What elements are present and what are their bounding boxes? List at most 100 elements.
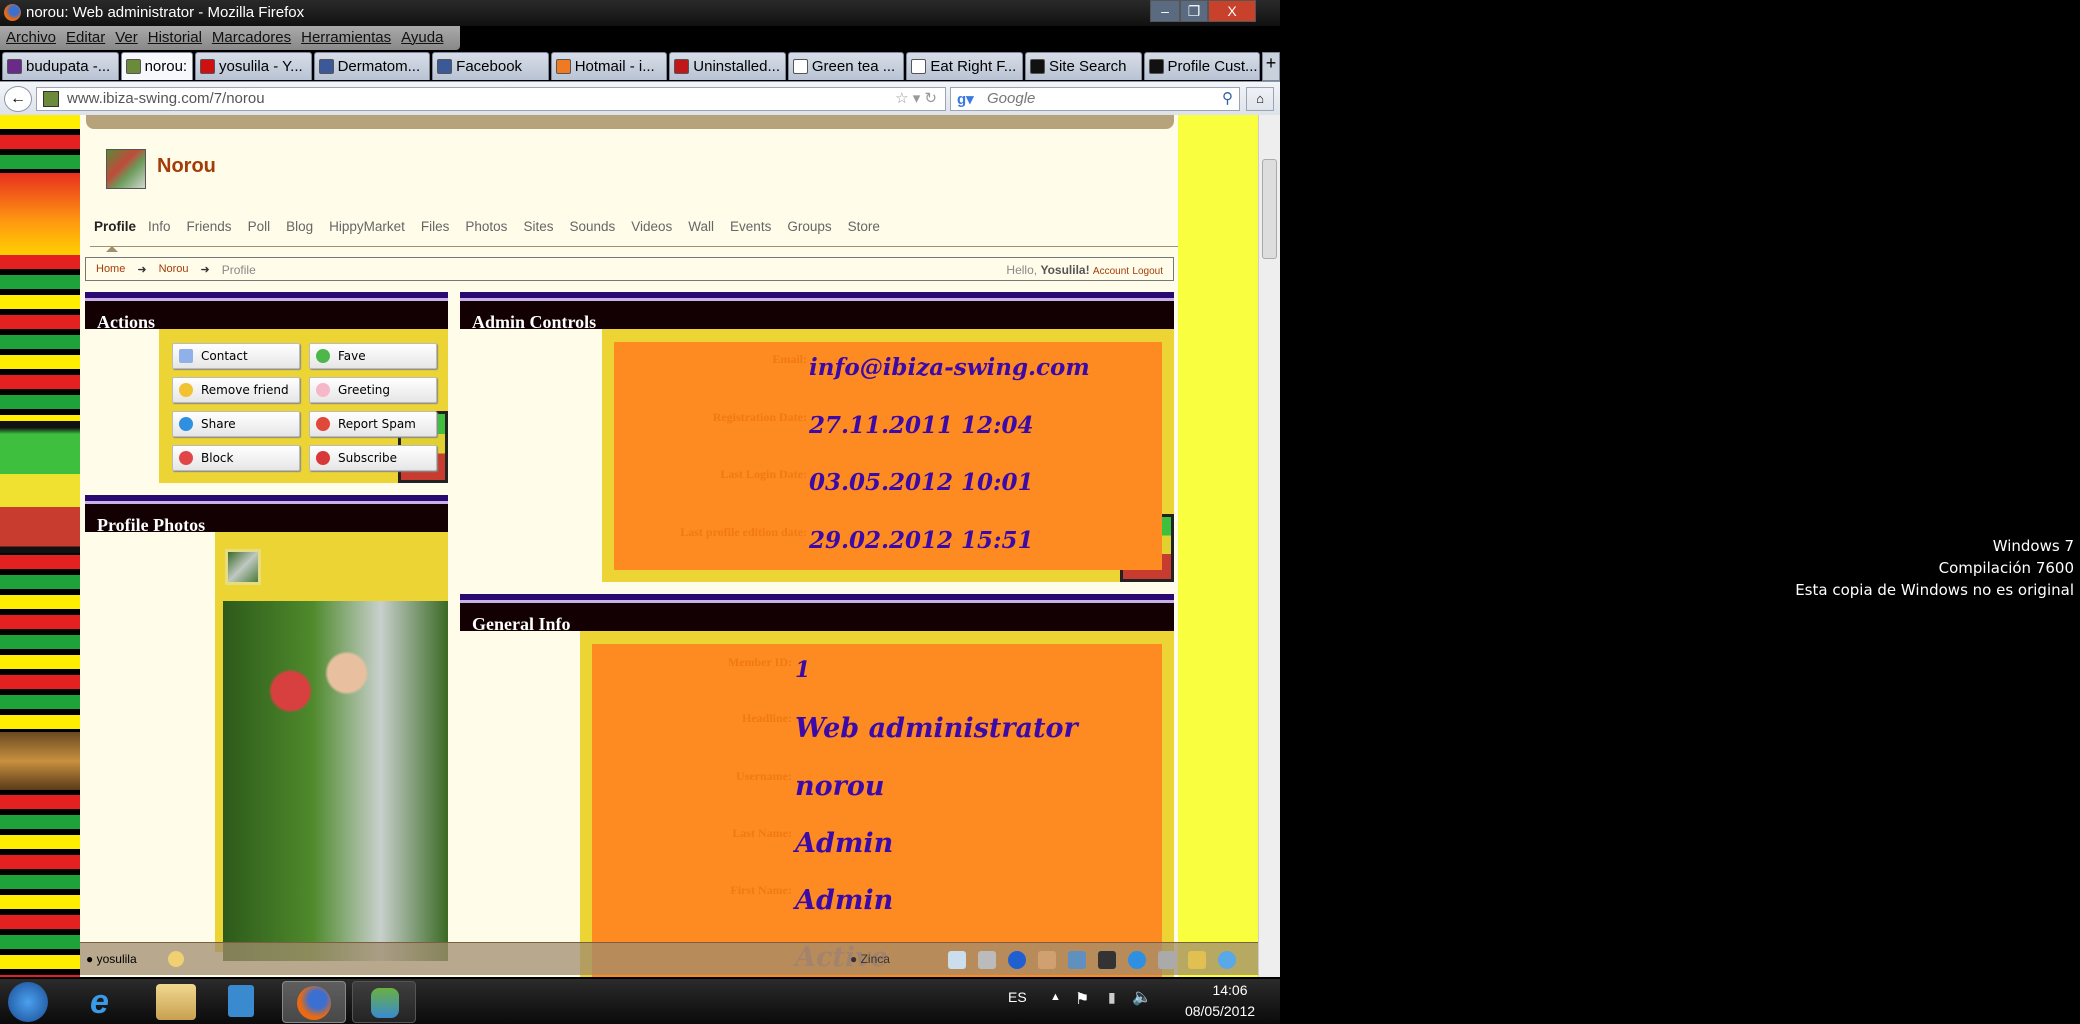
nav-tab-profile[interactable]: Profile (94, 219, 136, 234)
new-tab-button[interactable]: + (1262, 52, 1281, 81)
action-block-button[interactable]: Block (172, 445, 300, 471)
nav-tab-hippymarket[interactable]: HippyMarket (329, 219, 405, 234)
start-button[interactable] (8, 982, 48, 1022)
field-value: Admin (795, 828, 894, 859)
clock-time[interactable]: 14:06 (1195, 982, 1265, 998)
actions-body: Contact Fave Remove friend Greeting Share Rep… (159, 329, 448, 483)
nav-tab-blog[interactable]: Blog (286, 219, 313, 234)
action-share-button[interactable]: Share (172, 411, 300, 437)
action-report-spam-button[interactable]: Report Spam (309, 411, 437, 437)
user-icon[interactable] (1068, 951, 1086, 969)
explorer-folder-icon[interactable] (156, 984, 196, 1020)
breadcrumb-arrow-icon: ➜ (200, 264, 210, 276)
browser-tab[interactable]: Facebook (432, 52, 549, 80)
nav-tab-videos[interactable]: Videos (631, 219, 672, 234)
friends-icon[interactable] (1038, 951, 1056, 969)
home-icon[interactable]: ⌂ (1246, 87, 1274, 111)
greeting-icon (316, 383, 330, 397)
chat-icon[interactable] (168, 951, 184, 967)
action-label: Contact (201, 349, 248, 363)
minimize-button[interactable]: – (1150, 0, 1180, 22)
scrollbar-thumb[interactable] (1262, 159, 1277, 259)
action-fave-button[interactable]: Fave (309, 343, 437, 369)
browser-tab[interactable]: Site Search (1024, 52, 1142, 80)
firefox-taskbar-button[interactable] (282, 981, 346, 1023)
nav-tab-photos[interactable]: Photos (465, 219, 507, 234)
action-contact-button[interactable]: Contact (172, 343, 300, 369)
windows-taskbar: e ES ▲ ⚑ ▮ 🔈 14:06 08/05/2012 (0, 979, 1280, 1024)
breadcrumb-home[interactable]: Home (96, 263, 125, 275)
general-title: General Info (460, 594, 1174, 634)
browser-tab[interactable]: Dermatom... (313, 52, 431, 80)
language-indicator[interactable]: ES (1008, 989, 1027, 1005)
nav-tab-friends[interactable]: Friends (187, 219, 232, 234)
url-bar[interactable]: www.ibiza-swing.com/7/norou ☆ ▾ ↻ (36, 87, 946, 111)
menu-ayuda[interactable]: Ayuda (401, 29, 443, 47)
vertical-scrollbar[interactable] (1258, 115, 1280, 977)
search-magnifier-icon[interactable]: ⚲ (1222, 89, 1233, 107)
crown-icon[interactable] (1188, 951, 1206, 969)
nav-tab-files[interactable]: Files (421, 219, 450, 234)
share-icon (179, 417, 193, 431)
browser-tab[interactable]: Eat Right F... (906, 52, 1023, 80)
close-window-button[interactable]: X (1208, 0, 1256, 22)
browser-tab[interactable]: budupata -... (2, 52, 119, 80)
messages-icon[interactable] (948, 951, 966, 969)
nav-tab-poll[interactable]: Poll (248, 219, 271, 234)
globe-icon[interactable] (1128, 951, 1146, 969)
cart-icon[interactable] (978, 951, 996, 969)
info-icon[interactable] (1008, 951, 1026, 969)
nav-tab-events[interactable]: Events (730, 219, 771, 234)
menu-archivo[interactable]: Archivo (6, 29, 56, 47)
tab-favicon-icon (1148, 59, 1164, 74)
maximize-button[interactable]: ❐ (1180, 0, 1208, 22)
menu-historial[interactable]: Historial (148, 29, 202, 47)
menu-editar[interactable]: Editar (66, 29, 105, 47)
breadcrumb-user[interactable]: Norou (159, 263, 189, 275)
media-player-icon[interactable] (228, 985, 254, 1017)
messenger-taskbar-button[interactable] (352, 981, 416, 1023)
logout-link[interactable]: Logout (1132, 266, 1163, 277)
nav-tab-sounds[interactable]: Sounds (569, 219, 615, 234)
tab-favicon-icon (125, 59, 141, 74)
watermark-line1: Windows 7 (1992, 537, 2074, 555)
nav-tab-sites[interactable]: Sites (523, 219, 553, 234)
action-remove-friend-button[interactable]: Remove friend (172, 377, 300, 403)
network-icon[interactable]: ▮ (1108, 989, 1116, 1006)
photo-thumbnail[interactable] (225, 549, 261, 585)
speedometer-icon[interactable] (1098, 951, 1116, 969)
action-subscribe-button[interactable]: Subscribe (309, 445, 437, 471)
menu-herramientas[interactable]: Herramientas (301, 29, 391, 47)
menu-ver[interactable]: Ver (115, 29, 138, 47)
browser-tab[interactable]: Green tea ... (787, 52, 905, 80)
nav-tab-info[interactable]: Info (148, 219, 171, 234)
gear-icon[interactable] (1158, 951, 1176, 969)
user-status[interactable]: ● yosulila (86, 952, 137, 966)
browser-tab[interactable]: Hotmail - i... (550, 52, 668, 80)
field-label: Last Name: (732, 826, 792, 840)
account-link[interactable]: Account (1093, 266, 1129, 277)
nav-tab-groups[interactable]: Groups (787, 219, 831, 234)
friend-status[interactable]: ● Zinca (850, 952, 890, 966)
action-greeting-button[interactable]: Greeting (309, 377, 437, 403)
back-arrow-icon[interactable]: ← (4, 86, 32, 112)
bookmark-star-icon[interactable]: ☆ ▾ ↻ (895, 89, 937, 107)
browser-tab[interactable]: Profile Cust... (1143, 52, 1261, 80)
browser-tab[interactable]: Uninstalled... (669, 52, 786, 80)
volume-icon[interactable]: 🔈 (1132, 987, 1152, 1007)
internet-explorer-icon[interactable]: e (74, 981, 138, 1023)
nav-tab-store[interactable]: Store (848, 219, 880, 234)
action-center-flag-icon[interactable]: ⚑ (1075, 989, 1089, 1009)
avatar[interactable] (106, 149, 146, 189)
tab-label: Site Search (1048, 58, 1127, 75)
menu-marcadores[interactable]: Marcadores (212, 29, 291, 47)
power-icon[interactable] (1218, 951, 1236, 969)
nav-tab-wall[interactable]: Wall (688, 219, 714, 234)
browser-tab[interactable]: yosulila - Y... (195, 52, 312, 80)
search-input[interactable]: g▾ Google ⚲ (950, 87, 1240, 111)
browser-tab[interactable]: norou: ...x (120, 52, 194, 80)
clock-date[interactable]: 08/05/2012 (1175, 1003, 1265, 1019)
profile-photo[interactable] (223, 601, 448, 961)
show-hidden-icons[interactable]: ▲ (1050, 991, 1061, 1003)
general-body: Member ID: 1 Headline: Web administrator Use… (580, 631, 1174, 977)
